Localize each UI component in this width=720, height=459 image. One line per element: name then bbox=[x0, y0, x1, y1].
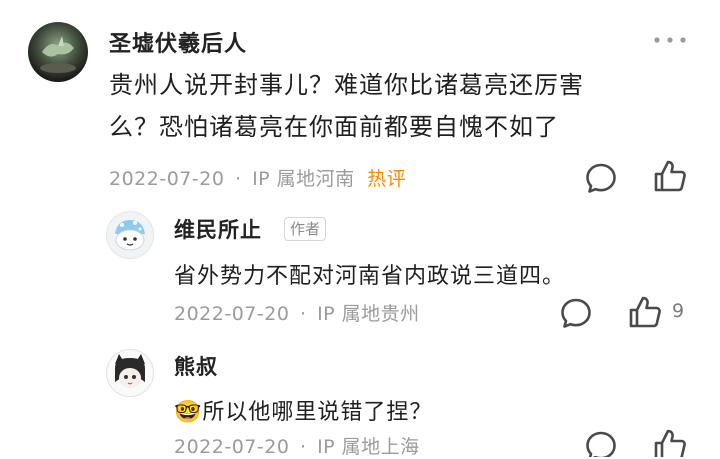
reply2-avatar[interactable] bbox=[106, 349, 154, 397]
cartoon-avatar-image bbox=[115, 220, 145, 251]
hot-comment-badge: 热评 bbox=[367, 168, 407, 190]
reply1-text: 省外势力不配对河南省内政说三道四。 bbox=[174, 264, 566, 289]
nerd-face-emoji: 🤓 bbox=[174, 400, 203, 425]
reply2-meta: 2022-07-20 · IP 属地上海 bbox=[174, 432, 420, 459]
reply2-date: 2022-07-20 bbox=[174, 436, 290, 458]
reply2-author-name[interactable]: 熊叔 bbox=[174, 351, 218, 381]
main-comment-text-line1: 贵州人说开封事儿？难道你比诸葛亮还厉害 bbox=[109, 71, 584, 99]
reply1-avatar[interactable] bbox=[106, 211, 154, 259]
meta-separator: · bbox=[299, 303, 307, 325]
reply2-text: 所以他哪里说错了捏？ bbox=[202, 400, 433, 425]
anime-avatar-image bbox=[115, 354, 145, 388]
comment-icon[interactable] bbox=[584, 161, 618, 195]
dragon-avatar-image bbox=[40, 36, 76, 73]
author-badge: 作者 bbox=[284, 217, 327, 241]
comment-date: 2022-07-20 bbox=[109, 168, 225, 190]
reply1-date: 2022-07-20 bbox=[174, 303, 290, 325]
meta-separator: · bbox=[299, 436, 307, 458]
meta-separator: · bbox=[234, 168, 242, 190]
main-comment-text-line2: 么？恐怕诸葛亮在你面前都要自愧不如了 bbox=[109, 113, 559, 141]
reply2-ip-location: IP 属地上海 bbox=[317, 436, 420, 458]
main-comment-meta: 2022-07-20 · IP 属地河南 热评 bbox=[109, 164, 406, 191]
ip-location: IP 属地河南 bbox=[252, 168, 355, 190]
more-icon[interactable] bbox=[652, 34, 688, 46]
reply2-text-row: 🤓所以他哪里说错了捏？ bbox=[174, 394, 432, 426]
like-icon[interactable] bbox=[652, 158, 688, 194]
reply1-ip-location: IP 属地贵州 bbox=[317, 303, 420, 325]
reply1-like-icon[interactable] bbox=[627, 294, 663, 330]
reply1-meta: 2022-07-20 · IP 属地贵州 bbox=[174, 299, 420, 326]
main-avatar[interactable] bbox=[28, 22, 88, 82]
reply1-like-count: 9 bbox=[672, 300, 685, 322]
reply2-like-icon[interactable] bbox=[652, 427, 688, 457]
reply2-comment-icon[interactable] bbox=[584, 429, 618, 457]
reply1-author-name[interactable]: 维民所止 bbox=[174, 214, 262, 244]
main-author-name[interactable]: 圣墟伏羲后人 bbox=[109, 26, 247, 58]
reply1-comment-icon[interactable] bbox=[559, 296, 593, 330]
